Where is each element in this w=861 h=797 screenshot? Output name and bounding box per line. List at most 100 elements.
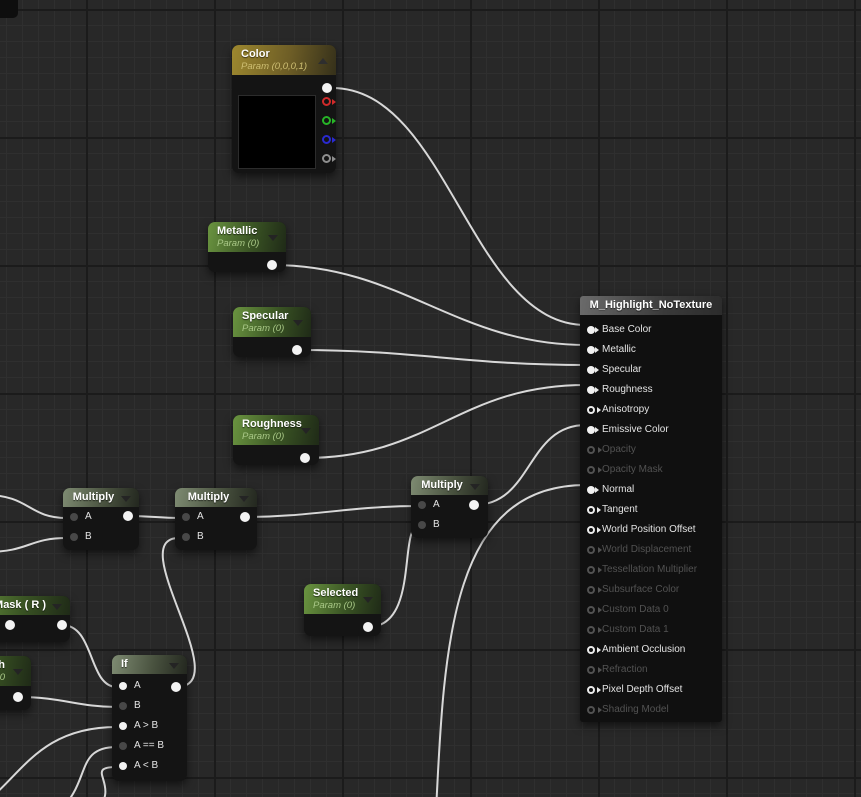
collapse-arrow-icon[interactable] [318, 58, 328, 64]
input-a-pin[interactable] [182, 513, 190, 521]
collapse-arrow-icon[interactable] [301, 428, 311, 434]
collapse-arrow-icon[interactable] [52, 604, 62, 610]
input-b-pin[interactable] [418, 521, 426, 529]
green-output-pin[interactable] [322, 116, 331, 125]
if-altb-pin[interactable] [119, 762, 127, 770]
color-preview-swatch[interactable] [238, 95, 316, 169]
if-input-b-row[interactable]: B [112, 696, 187, 716]
collapse-arrow-icon[interactable] [363, 597, 373, 603]
pin-row-tessellation-multiplier[interactable]: Tessellation Multiplier [580, 560, 722, 580]
collapse-arrow-icon[interactable] [239, 496, 249, 502]
node-multiply-2[interactable]: Multiply A B [175, 488, 257, 550]
pin-row-normal[interactable]: Normal [580, 480, 722, 500]
pin-row-specular[interactable]: Specular [580, 360, 722, 380]
node-mask-r[interactable]: Mask ( R ) [0, 596, 70, 642]
pin-row-shading-model[interactable]: Shading Model [580, 700, 722, 720]
pin-row-roughness[interactable]: Roughness [580, 380, 722, 400]
pin-row-anisotropy[interactable]: Anisotropy [580, 400, 722, 420]
material-node-header[interactable]: M_Highlight_NoTexture [580, 296, 722, 315]
node-multiply3-header[interactable]: Multiply [411, 476, 488, 495]
pin-row-custom-data-0[interactable]: Custom Data 0 [580, 600, 722, 620]
normal-pin[interactable] [587, 486, 595, 494]
input-b-row[interactable]: B [63, 527, 139, 547]
input-b-pin[interactable] [70, 533, 78, 541]
node-selected-header[interactable]: Selected Param (0) [304, 584, 381, 614]
mask-input-pin[interactable] [5, 620, 15, 630]
if-input-aeqb-row[interactable]: A == B [112, 736, 187, 756]
node-multiply-3[interactable]: Multiply A B [411, 476, 488, 538]
ambient-occlusion-pin[interactable] [587, 646, 595, 654]
node-if[interactable]: If A B A > B A == B A < B [112, 655, 187, 781]
collapse-arrow-icon[interactable] [293, 320, 303, 326]
multiply1-output-pin[interactable] [123, 511, 133, 521]
wire-metallic[interactable] [272, 265, 586, 345]
rgb-output-pin[interactable] [322, 83, 332, 93]
if-input-agtb-row[interactable]: A > B [112, 716, 187, 736]
red-output-pin[interactable] [322, 97, 331, 106]
wire-bottom-to-if-aeqb[interactable] [58, 747, 117, 797]
node-partial-header[interactable]: h 0 [0, 656, 31, 686]
pin-row-world-position-offset[interactable]: World Position Offset [580, 520, 722, 540]
specular-output-pin[interactable] [292, 345, 302, 355]
wire-multiply3-to-emissive[interactable] [474, 425, 586, 505]
input-b-row[interactable]: B [411, 515, 488, 535]
if-aeqb-pin[interactable] [119, 742, 127, 750]
node-color-param[interactable]: Color Param (0,0,0,1) [232, 45, 336, 173]
input-b-row[interactable]: B [175, 527, 257, 547]
roughness-output-pin[interactable] [300, 453, 310, 463]
mask-output-pin[interactable] [57, 620, 67, 630]
if-a-pin[interactable] [119, 682, 127, 690]
alpha-output-pin[interactable] [322, 154, 331, 163]
node-roughness-param[interactable]: Roughness Param (0) [233, 415, 319, 465]
node-multiply1-header[interactable]: Multiply [63, 488, 139, 507]
partial-output-pin[interactable] [13, 692, 23, 702]
base-color-pin[interactable] [587, 326, 595, 334]
node-specular-param[interactable]: Specular Param (0) [233, 307, 311, 357]
selected-output-pin[interactable] [363, 622, 373, 632]
metallic-output-pin[interactable] [267, 260, 277, 270]
roughness-pin[interactable] [587, 386, 595, 394]
collapse-arrow-icon[interactable] [268, 235, 278, 241]
multiply3-output-pin[interactable] [469, 500, 479, 510]
if-input-altb-row[interactable]: A < B [112, 756, 187, 776]
pin-row-pixel-depth-offset[interactable]: Pixel Depth Offset [580, 680, 722, 700]
wire-partial-to-if-b[interactable] [18, 697, 117, 707]
node-mask-header[interactable]: Mask ( R ) [0, 596, 70, 615]
input-a-pin[interactable] [70, 513, 78, 521]
tangent-pin[interactable] [587, 506, 595, 514]
wire-color-to-basecolor[interactable] [332, 88, 586, 325]
if-b-pin[interactable] [119, 702, 127, 710]
node-color-header[interactable]: Color Param (0,0,0,1) [232, 45, 336, 75]
pin-row-tangent[interactable]: Tangent [580, 500, 722, 520]
wire-specular[interactable] [297, 350, 586, 365]
collapse-arrow-icon[interactable] [13, 669, 23, 675]
node-multiply2-header[interactable]: Multiply [175, 488, 257, 507]
collapse-arrow-icon[interactable] [121, 496, 131, 502]
node-partial-left[interactable]: h 0 [0, 656, 31, 710]
wire-multiply2-to-multiply3a[interactable] [245, 506, 419, 517]
wire-left-to-multiply1a[interactable] [0, 495, 67, 518]
node-selected-param[interactable]: Selected Param (0) [304, 584, 381, 636]
emissive-color-pin[interactable] [587, 426, 595, 434]
input-a-pin[interactable] [418, 501, 426, 509]
node-multiply-1[interactable]: Multiply A B [63, 488, 139, 550]
if-agtb-pin[interactable] [119, 722, 127, 730]
pin-row-opacity-mask[interactable]: Opacity Mask [580, 460, 722, 480]
wire-roughness[interactable] [305, 385, 586, 458]
pin-row-opacity[interactable]: Opacity [580, 440, 722, 460]
pixel-depth-offset-pin[interactable] [587, 686, 595, 694]
node-specular-header[interactable]: Specular Param (0) [233, 307, 311, 337]
wire-left-to-multiply1b[interactable] [0, 538, 67, 552]
node-material-result[interactable]: M_Highlight_NoTexture Base Color Metalli… [580, 296, 722, 722]
anisotropy-pin[interactable] [587, 406, 595, 414]
node-metallic-header[interactable]: Metallic Param (0) [208, 222, 286, 252]
pin-row-metallic[interactable]: Metallic [580, 340, 722, 360]
pin-row-base-color[interactable]: Base Color [580, 320, 722, 340]
if-output-pin[interactable] [171, 682, 181, 692]
multiply2-output-pin[interactable] [240, 512, 250, 522]
pin-row-world-displacement[interactable]: World Displacement [580, 540, 722, 560]
pin-row-ambient-occlusion[interactable]: Ambient Occlusion [580, 640, 722, 660]
specular-pin[interactable] [587, 366, 595, 374]
input-b-pin[interactable] [182, 533, 190, 541]
wire-bottom-to-if-agtb[interactable] [0, 727, 117, 797]
